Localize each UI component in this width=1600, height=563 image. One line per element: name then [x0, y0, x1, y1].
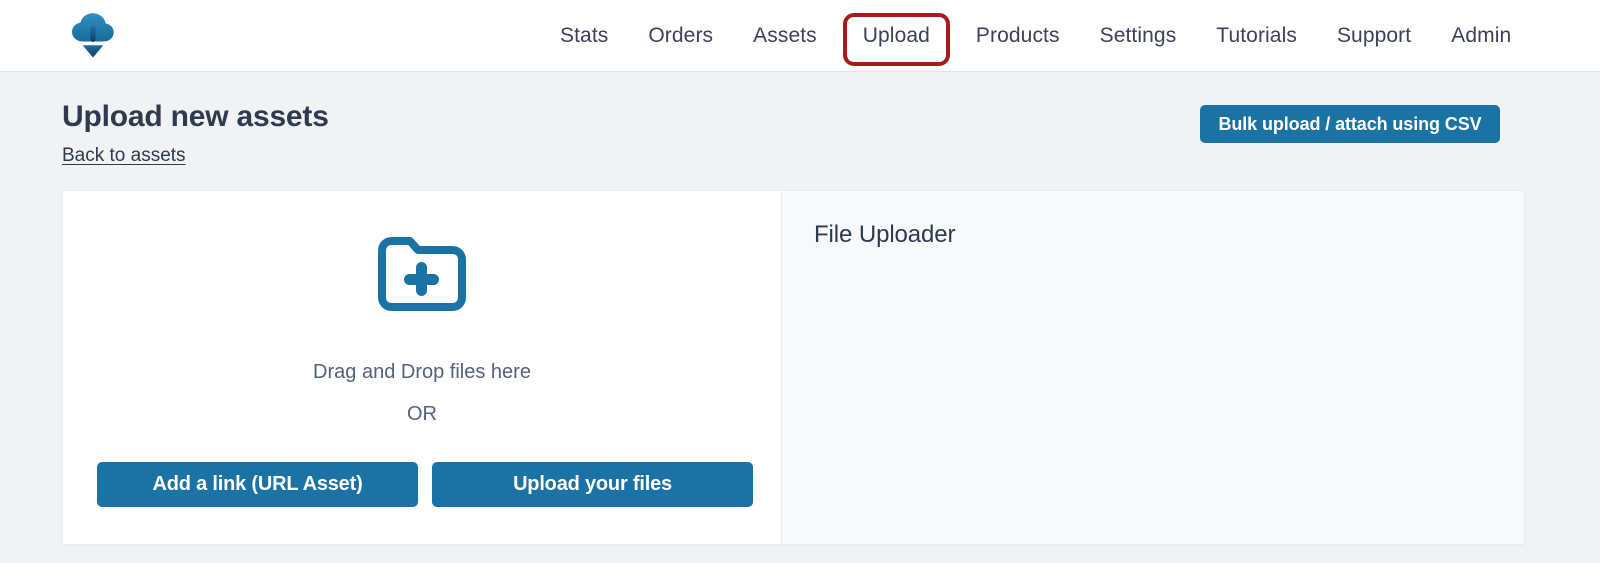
- page-title: Upload new assets: [62, 100, 329, 133]
- nav-item-stats[interactable]: Stats: [540, 0, 628, 72]
- nav-item-label: Settings: [1099, 24, 1177, 47]
- drop-zone-panel[interactable]: Drag and Drop files here OR Add a link (…: [63, 191, 782, 544]
- nav-item-label: Support: [1336, 24, 1412, 47]
- nav-item-label: Admin: [1451, 24, 1512, 47]
- cloud-download-icon: [72, 13, 114, 58]
- nav-item-label: Tutorials: [1216, 24, 1297, 47]
- nav-item-settings[interactable]: Settings: [1080, 0, 1197, 72]
- nav-item-label: Assets: [753, 24, 817, 47]
- nav-item-label: Products: [975, 24, 1060, 47]
- nav-item-products[interactable]: Products: [956, 0, 1080, 72]
- brand-logo[interactable]: [62, 6, 124, 64]
- file-uploader-title: File Uploader: [814, 221, 956, 248]
- nav-item-upload[interactable]: Upload: [842, 0, 951, 72]
- drag-and-drop-label: Drag and Drop files here: [313, 361, 531, 383]
- or-separator-label: OR: [407, 403, 437, 425]
- nav-item-orders[interactable]: Orders: [628, 0, 733, 72]
- nav-item-admin[interactable]: Admin: [1431, 0, 1531, 72]
- drop-zone-actions: Add a link (URL Asset) Upload your files: [97, 462, 753, 507]
- back-to-assets-link[interactable]: Back to assets: [62, 145, 186, 167]
- nav-item-label: Upload: [862, 24, 930, 47]
- upload-card: Drag and Drop files here OR Add a link (…: [62, 190, 1525, 545]
- nav-item-tutorials[interactable]: Tutorials: [1196, 0, 1317, 72]
- nav-item-support[interactable]: Support: [1317, 0, 1431, 72]
- nav-item-label: Stats: [560, 24, 609, 47]
- folder-plus-icon: [378, 237, 466, 311]
- nav-item-assets[interactable]: Assets: [733, 0, 837, 72]
- upload-your-files-button[interactable]: Upload your files: [432, 462, 753, 507]
- file-uploader-panel: File Uploader: [782, 191, 1524, 544]
- add-link-url-asset-button[interactable]: Add a link (URL Asset): [97, 462, 418, 507]
- bulk-upload-csv-button[interactable]: Bulk upload / attach using CSV: [1200, 105, 1500, 143]
- main-nav: Stats Orders Assets Upload Products Sett…: [540, 0, 1531, 72]
- nav-item-label: Orders: [648, 24, 714, 47]
- top-navigation-bar: Stats Orders Assets Upload Products Sett…: [0, 0, 1600, 72]
- app-root: Stats Orders Assets Upload Products Sett…: [0, 0, 1600, 563]
